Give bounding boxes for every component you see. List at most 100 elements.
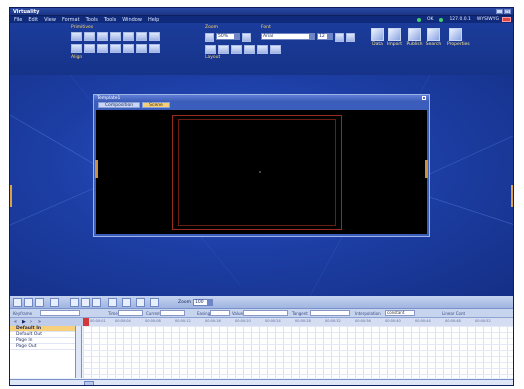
zoom-label: Zoom <box>205 25 218 30</box>
align-bottom-icon[interactable] <box>136 44 147 53</box>
app-title: Virtuality <box>13 9 40 15</box>
align-top-icon[interactable] <box>110 44 121 53</box>
play-icon[interactable]: ▶ <box>22 319 26 325</box>
distribute-icon[interactable] <box>149 44 160 53</box>
tab-composition[interactable]: Composition <box>98 102 141 108</box>
current-field[interactable] <box>160 310 185 316</box>
right-panel-handle[interactable] <box>511 185 513 207</box>
italic-icon[interactable] <box>346 33 355 42</box>
interpolation-select[interactable]: constant <box>385 310 415 316</box>
chevron-down-icon <box>234 34 239 39</box>
publish-button[interactable]: Publish <box>406 28 423 52</box>
rewind-icon[interactable]: « <box>14 319 17 325</box>
import-button[interactable]: Import <box>386 28 403 52</box>
menu-format[interactable]: Format <box>62 17 80 23</box>
paste-clip-icon[interactable] <box>35 298 44 307</box>
properties-icon <box>449 28 462 41</box>
menu-window[interactable]: Window <box>122 17 142 23</box>
easing-field[interactable] <box>210 310 230 316</box>
keyframe-properties: Keyframe Time Current Easing Value Tange… <box>10 309 513 318</box>
font-size-select[interactable]: 12 <box>317 33 333 40</box>
tab-scene[interactable]: Scene <box>142 102 170 108</box>
bold-icon[interactable] <box>335 33 344 42</box>
copy-clip-icon[interactable] <box>24 298 33 307</box>
primitives-label: Primitives <box>71 25 94 30</box>
keyframe-field[interactable] <box>40 310 80 316</box>
rectangle-tool-icon[interactable] <box>71 32 82 41</box>
layout-free-icon[interactable] <box>257 45 268 54</box>
line-tool-icon[interactable] <box>97 32 108 41</box>
timeline-toolbar: Zoom 100 <box>10 296 513 309</box>
canvas-right-handle[interactable] <box>425 160 428 178</box>
chevron-down-icon <box>309 34 314 39</box>
layout-grid-icon[interactable] <box>205 45 216 54</box>
menu-edit[interactable]: Edit <box>28 17 38 23</box>
timeline-scrollbar[interactable] <box>10 379 513 385</box>
play-icon[interactable] <box>70 298 79 307</box>
status-area: OK 127.0.0.1 WYSIWYG <box>416 17 499 22</box>
keyframe-next-icon[interactable] <box>136 298 145 307</box>
table-tool-icon[interactable] <box>149 32 160 41</box>
time-field[interactable] <box>118 310 143 316</box>
title-safe-area <box>178 119 336 226</box>
video-tool-icon[interactable] <box>136 32 147 41</box>
new-clip-icon[interactable] <box>13 298 22 307</box>
timeline-zoom-select[interactable]: 100 <box>193 299 213 306</box>
timeline-panel: Zoom 100 Keyframe Time Current Easing Va… <box>10 296 513 385</box>
value-field[interactable] <box>243 310 288 316</box>
minimize-icon[interactable]: _ <box>496 9 503 14</box>
scrollbar-thumb[interactable] <box>84 381 94 385</box>
menu-tools[interactable]: Tools <box>86 17 98 23</box>
align-right-icon[interactable] <box>97 44 108 53</box>
layout-flow-icon[interactable] <box>270 45 281 54</box>
font-select[interactable]: Arial <box>261 33 315 40</box>
search-button[interactable]: Search <box>425 28 442 52</box>
workspace: Template1 Composition Scene <box>10 75 513 296</box>
step-forward-icon[interactable]: › <box>30 319 32 325</box>
menu-help[interactable]: Help <box>148 17 159 23</box>
loop-icon[interactable] <box>92 298 101 307</box>
menu-view[interactable]: View <box>44 17 56 23</box>
text-tool-icon[interactable] <box>110 32 121 41</box>
playhead[interactable] <box>83 318 89 326</box>
layout-rows-icon[interactable] <box>231 45 242 54</box>
import-icon <box>388 28 401 41</box>
server-status-icon <box>416 17 421 22</box>
scene-canvas[interactable] <box>95 110 428 234</box>
list-item[interactable]: Page Out <box>10 344 75 350</box>
zoom-select[interactable]: 50% <box>216 33 240 40</box>
menu-file[interactable]: File <box>14 17 22 23</box>
align-center-icon[interactable] <box>84 44 95 53</box>
timeline-grid[interactable] <box>83 326 513 378</box>
zoom-fit-icon[interactable] <box>242 33 251 42</box>
tangent-field[interactable] <box>310 310 350 316</box>
maximize-icon[interactable]: □ <box>504 9 511 14</box>
ellipse-tool-icon[interactable] <box>84 32 95 41</box>
record-icon[interactable] <box>81 298 90 307</box>
close-icon[interactable] <box>422 96 426 100</box>
delete-icon[interactable] <box>50 298 59 307</box>
window-controls: _ □ <box>496 9 511 14</box>
template-window-title[interactable]: Template1 <box>94 95 429 102</box>
publish-icon <box>408 28 421 41</box>
time-ruler[interactable]: 00:00:01 00:00:04 00:00:08 00:00:12 00:0… <box>83 318 513 326</box>
canvas-left-handle[interactable] <box>95 160 98 178</box>
layout-label: Layout <box>205 55 221 60</box>
keyframe-prev-icon[interactable] <box>122 298 131 307</box>
data-button[interactable]: Data <box>369 28 386 52</box>
close-icon[interactable] <box>502 17 511 22</box>
layout-stack-icon[interactable] <box>244 45 255 54</box>
align-left-icon[interactable] <box>71 44 82 53</box>
left-panel-handle[interactable] <box>10 185 12 207</box>
zoom-in-icon[interactable] <box>205 33 214 42</box>
menu-tools-2[interactable]: Tools <box>104 17 116 23</box>
image-tool-icon[interactable] <box>123 32 134 41</box>
layout-columns-icon[interactable] <box>218 45 229 54</box>
main-toolbar: Primitives Align Zoom 50% Font Arial 12 … <box>10 23 513 75</box>
align-middle-icon[interactable] <box>123 44 134 53</box>
fast-forward-icon[interactable]: » <box>38 319 41 325</box>
keyframe-add-icon[interactable] <box>108 298 117 307</box>
properties-button[interactable]: Properties <box>447 28 470 52</box>
keyframe-remove-icon[interactable] <box>150 298 159 307</box>
track-scrollbar[interactable] <box>76 326 82 378</box>
